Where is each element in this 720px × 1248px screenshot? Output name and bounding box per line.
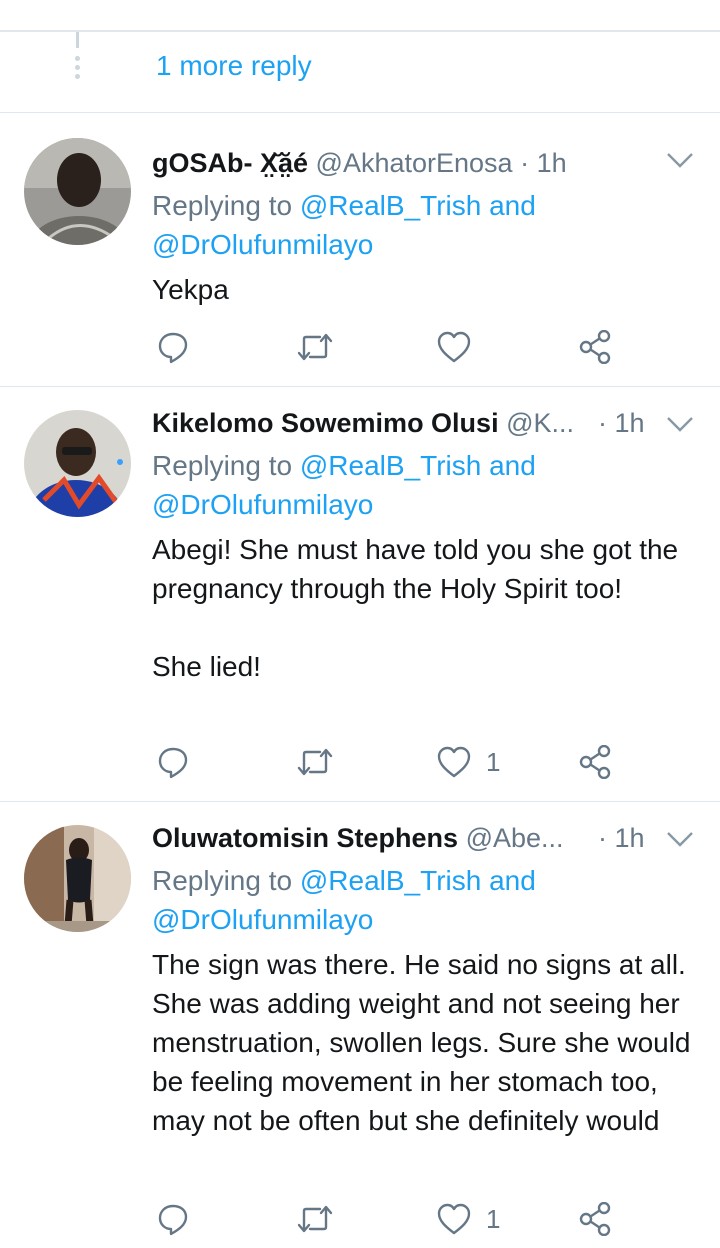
thread-line (76, 30, 79, 48)
reply-icon (156, 330, 190, 364)
tweet-text: The sign was there. He said no signs at … (152, 949, 691, 1136)
tweet-card[interactable]: gOSAb- X̤̆ă̤é @AkhatorEnosa · 1h Reply… (0, 113, 720, 387)
share-button[interactable] (578, 742, 612, 782)
replying-prefix: Replying to (152, 190, 293, 221)
retweet-button[interactable] (296, 1199, 334, 1239)
author-name[interactable]: Oluwatomisin Stephens (152, 823, 458, 853)
replying-to: Replying to @RealB_Trish and @DrOlufunmi… (152, 186, 692, 264)
reply-button[interactable] (156, 327, 190, 367)
replying-to: Replying to @RealB_Trish and @DrOlufunmi… (152, 446, 692, 524)
more-replies-row[interactable]: 1 more reply (0, 0, 720, 113)
retweet-icon (296, 330, 334, 364)
tweet-actions: 1 (152, 1199, 622, 1239)
tweet-text: Abegi! She must have told you she got th… (152, 534, 679, 682)
author-handle[interactable]: @AkhatorEnosa (316, 148, 513, 178)
timestamp[interactable]: · 1h (520, 148, 567, 178)
author-name[interactable]: Kikelomo Sowemimo Olusi (152, 408, 499, 438)
retweet-icon (296, 1202, 334, 1236)
thread-dot (75, 65, 80, 70)
retweet-icon (296, 745, 334, 779)
like-button[interactable]: 1 (436, 1199, 500, 1239)
top-divider (0, 30, 720, 32)
tweet-card[interactable]: Oluwatomisin Stephens @Abe... · 1h Reply… (0, 802, 720, 1248)
like-button[interactable] (436, 327, 486, 367)
like-icon (436, 1202, 472, 1236)
tweet-card[interactable]: Kikelomo Sowemimo Olusi @K... · 1h Reply… (0, 387, 720, 802)
mention-link[interactable]: @DrOlufunmilayo (152, 229, 373, 260)
timestamp[interactable]: · 1h (598, 823, 645, 854)
like-icon (436, 330, 472, 364)
mention-link[interactable]: @RealB_Trish and (300, 190, 536, 221)
like-count: 1 (486, 746, 501, 777)
timestamp[interactable]: · 1h (598, 408, 645, 439)
replying-prefix: Replying to (152, 865, 293, 896)
reply-button[interactable] (156, 742, 190, 782)
tweet-actions: 1 (152, 742, 622, 782)
like-count: 1 (486, 1203, 501, 1234)
reply-icon (156, 1202, 190, 1236)
chevron-down-icon[interactable] (666, 830, 694, 850)
share-button[interactable] (578, 327, 612, 367)
mention-link[interactable]: @DrOlufunmilayo (152, 904, 373, 935)
share-icon (578, 330, 612, 364)
avatar[interactable] (24, 410, 131, 517)
mention-link[interactable]: @RealB_Trish and (300, 865, 536, 896)
author-name[interactable]: gOSAb- X̤̆ă̤é (152, 148, 308, 178)
thread-dot (75, 74, 80, 79)
chevron-down-icon[interactable] (666, 151, 694, 171)
reply-button[interactable] (156, 1199, 190, 1239)
share-button[interactable] (578, 1199, 612, 1239)
share-icon (578, 1202, 612, 1236)
like-button[interactable]: 1 (436, 742, 500, 782)
share-icon (578, 745, 612, 779)
replying-prefix: Replying to (152, 450, 293, 481)
avatar[interactable] (24, 825, 131, 932)
author-handle[interactable]: @K... (506, 408, 574, 438)
retweet-button[interactable] (296, 327, 334, 367)
thread-dot (75, 56, 80, 61)
retweet-button[interactable] (296, 742, 334, 782)
replying-to: Replying to @RealB_Trish and @DrOlufunmi… (152, 861, 692, 939)
chevron-down-icon[interactable] (666, 415, 694, 435)
mention-link[interactable]: @RealB_Trish and (300, 450, 536, 481)
avatar[interactable] (24, 138, 131, 245)
mention-link[interactable]: @DrOlufunmilayo (152, 489, 373, 520)
tweet-text: Yekpa (152, 274, 229, 305)
tweet-actions (152, 327, 622, 367)
tweet-header: gOSAb- X̤̆ă̤é @AkhatorEnosa · 1h (152, 148, 692, 188)
reply-icon (156, 745, 190, 779)
author-handle[interactable]: @Abe... (466, 823, 564, 853)
more-replies-link[interactable]: 1 more reply (156, 50, 312, 82)
like-icon (436, 745, 472, 779)
